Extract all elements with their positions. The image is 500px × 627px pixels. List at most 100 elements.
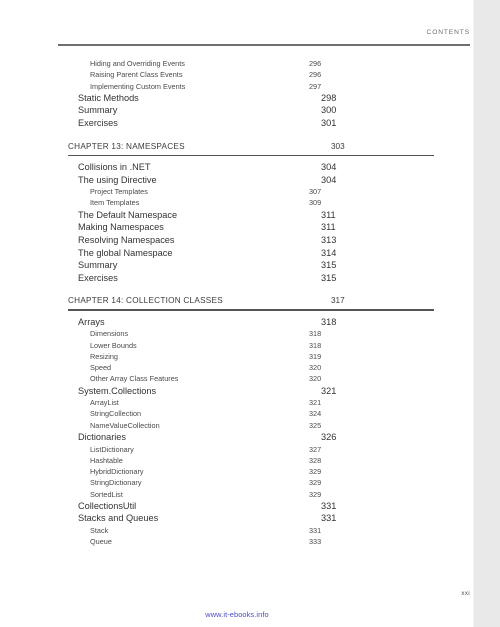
toc-entry-label: The Default Namespace — [78, 209, 178, 220]
toc-entry-label: Making Namespaces — [78, 222, 164, 233]
toc-entry-label: Lower Bounds — [90, 340, 137, 350]
toc-entry-level-2[interactable]: StringCollection 324 — [0, 408, 474, 419]
toc-entry-level-2[interactable]: Item Templates 309 — [0, 197, 474, 208]
toc-entry-level-1[interactable]: CollectionsUtil 331 — [0, 500, 474, 513]
toc-entry-page-number: 318 — [321, 316, 337, 327]
toc-entry-level-2[interactable]: StringDictionary 329 — [0, 477, 474, 488]
toc-entry-page-number: 320 — [309, 363, 322, 373]
toc-entry-label: Summary — [78, 105, 118, 116]
toc-entry-level-1[interactable]: Summary 315 — [0, 259, 474, 272]
running-head: CONTENTS — [426, 29, 470, 36]
toc-entry-page-number: 297 — [309, 81, 322, 91]
toc-entry-label: Other Array Class Features — [90, 374, 179, 384]
toc-entry-label: ArrayList — [90, 398, 119, 408]
toc-page: CONTENTS Hiding and Overriding Events 296… — [0, 0, 500, 627]
toc-entry-level-2[interactable]: Queue 333 — [0, 536, 474, 547]
toc-entry-level-2[interactable]: Speed 320 — [0, 362, 474, 373]
page-edge-strip — [474, 0, 500, 627]
toc-entry-level-2[interactable]: Hashtable 328 — [0, 455, 474, 466]
chapter-heading[interactable]: CHAPTER 14: COLLECTION CLASSES 317 — [0, 295, 474, 307]
toc-entry-level-1[interactable]: The Default Namespace 311 — [0, 209, 474, 222]
toc-entry-label: Hashtable — [90, 455, 123, 465]
toc-entry-level-2[interactable]: ArrayList 321 — [0, 397, 474, 408]
toc-entry-label: CollectionsUtil — [78, 500, 137, 511]
toc-entry-page-number: 331 — [309, 526, 322, 535]
toc-entry-label: NameValueCollection — [90, 420, 160, 430]
toc-entry-label: Stacks and Queues — [78, 513, 159, 524]
toc-entry-label: ListDictionary — [90, 444, 134, 454]
toc-entry-label: Queue — [90, 537, 112, 547]
toc-entry-page-number: 319 — [309, 351, 322, 361]
toc-entry-level-1[interactable]: Collisions in .NET 304 — [0, 161, 474, 174]
toc-entry-level-1[interactable]: Stacks and Queues 331 — [0, 512, 474, 525]
toc-entry-page-number: 333 — [309, 537, 322, 547]
toc-entry-label: Resolving Namespaces — [78, 234, 175, 245]
toc-entry-level-2[interactable]: Other Array Class Features 320 — [0, 373, 474, 384]
toc-entry-level-1[interactable]: Making Namespaces 311 — [0, 221, 474, 234]
toc-entry-label: Speed — [90, 363, 112, 373]
toc-entry-label: SortedList — [90, 489, 123, 499]
toc-entry-level-1[interactable]: Arrays 318 — [0, 316, 474, 329]
footer-source-link[interactable]: www.it-ebooks.info — [0, 610, 474, 619]
toc-entry-page-number: 311 — [321, 209, 336, 220]
toc-entry-level-2[interactable]: NameValueCollection 325 — [0, 420, 474, 431]
toc-entry-label: Hiding and Overriding Events — [90, 59, 185, 68]
toc-entry-level-1[interactable]: Summary 300 — [0, 104, 474, 117]
toc-entry-level-2[interactable]: Implementing Custom Events 297 — [0, 81, 474, 92]
toc-entry-label: Exercises — [78, 272, 118, 283]
toc-entry-label: Arrays — [78, 316, 105, 327]
page-folio: xxi — [461, 590, 470, 597]
toc-entry-level-2[interactable]: Lower Bounds 318 — [0, 340, 474, 351]
toc-entry-page-number: 296 — [309, 70, 322, 80]
toc-entry-page-number: 331 — [321, 500, 337, 511]
chapter-rule — [68, 309, 434, 311]
toc-entry-level-1[interactable]: Exercises 315 — [0, 272, 474, 285]
toc-entry-label: Project Templates — [90, 187, 148, 197]
toc-entry-page-number: 321 — [321, 385, 337, 396]
chapter-title: CHAPTER 14: COLLECTION CLASSES — [68, 296, 223, 306]
toc-entry-page-number: 315 — [321, 260, 337, 271]
toc-entry-level-2[interactable]: Dimensions 318 — [0, 328, 474, 339]
toc-entry-level-1[interactable]: Exercises 301 — [0, 117, 474, 130]
toc-entry-label: Exercises — [78, 117, 118, 128]
toc-entry-level-2[interactable]: Resizing 319 — [0, 351, 474, 362]
toc-entry-label: HybridDictionary — [90, 467, 144, 477]
toc-entry-label: Summary — [78, 260, 118, 271]
table-of-contents: Hiding and Overriding Events 296 Raising P… — [0, 58, 474, 548]
toc-entry-level-1[interactable]: System.Collections 321 — [0, 385, 474, 398]
toc-entry-page-number: 309 — [309, 198, 322, 208]
toc-entry-label: Item Templates — [90, 198, 140, 208]
toc-entry-page-number: 298 — [321, 92, 337, 103]
toc-entry-level-2[interactable]: HybridDictionary 329 — [0, 466, 474, 477]
toc-entry-page-number: 331 — [321, 513, 337, 524]
toc-entry-label: StringCollection — [90, 409, 142, 419]
toc-entry-level-2[interactable]: Raising Parent Class Events 296 — [0, 69, 474, 80]
toc-entry-level-1[interactable]: The global Namespace 314 — [0, 247, 474, 260]
toc-entry-level-1[interactable]: Resolving Namespaces 313 — [0, 234, 474, 247]
toc-entry-level-1[interactable]: The using Directive 304 — [0, 174, 474, 187]
toc-entry-page-number: 304 — [321, 174, 337, 185]
chapter-title: CHAPTER 13: NAMESPACES — [68, 141, 185, 151]
toc-entry-page-number: 296 — [309, 59, 322, 68]
toc-entry-level-2[interactable]: Hiding and Overriding Events 296 — [0, 58, 474, 69]
toc-entry-label: StringDictionary — [90, 478, 142, 488]
toc-entry-page-number: 318 — [309, 329, 322, 339]
toc-entry-label: Implementing Custom Events — [90, 81, 186, 91]
toc-entry-page-number: 321 — [309, 398, 322, 408]
toc-entry-label: Resizing — [90, 351, 118, 361]
toc-entry-page-number: 301 — [321, 117, 337, 128]
toc-entry-level-2[interactable]: SortedList 329 — [0, 489, 474, 500]
toc-entry-label: Raising Parent Class Events — [90, 70, 183, 80]
chapter-page-number: 303 — [331, 141, 345, 151]
toc-entry-level-1[interactable]: Static Methods 298 — [0, 92, 474, 105]
chapter-heading[interactable]: CHAPTER 13: NAMESPACES 303 — [0, 141, 474, 153]
toc-entry-page-number: 300 — [321, 105, 337, 116]
running-head-rule — [58, 44, 470, 46]
toc-entry-label: The global Namespace — [78, 247, 173, 258]
toc-entry-page-number: 304 — [321, 162, 337, 173]
toc-entry-level-2[interactable]: Project Templates 307 — [0, 186, 474, 197]
toc-entry-page-number: 327 — [309, 444, 322, 454]
toc-entry-level-1[interactable]: Dictionaries 326 — [0, 431, 474, 444]
toc-entry-level-2[interactable]: ListDictionary 327 — [0, 444, 474, 455]
toc-entry-level-2[interactable]: Stack 331 — [0, 525, 474, 536]
